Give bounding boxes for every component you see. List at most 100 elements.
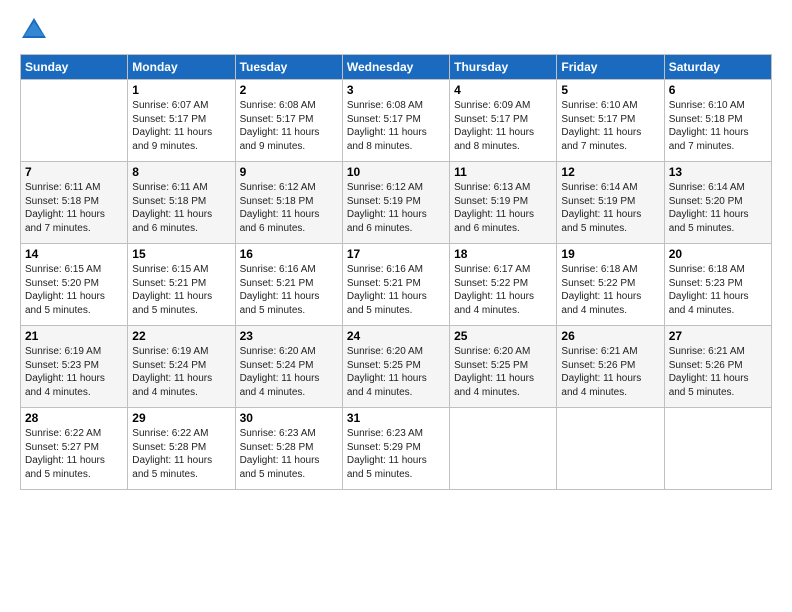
day-info: Sunrise: 6:11 AMSunset: 5:18 PMDaylight:… <box>25 181 123 235</box>
calendar-day-cell: 2 Sunrise: 6:08 AMSunset: 5:17 PMDaylight… <box>235 80 342 162</box>
day-info: Sunrise: 6:22 AMSunset: 5:27 PMDaylight:… <box>25 427 123 481</box>
weekday-header: Saturday <box>664 55 771 80</box>
day-number: 3 <box>347 83 445 97</box>
page: SundayMondayTuesdayWednesdayThursdayFrid… <box>0 0 792 612</box>
day-number: 8 <box>132 165 230 179</box>
day-number: 27 <box>669 329 767 343</box>
day-info: Sunrise: 6:20 AMSunset: 5:25 PMDaylight:… <box>454 345 552 399</box>
calendar-day-cell: 9 Sunrise: 6:12 AMSunset: 5:18 PMDaylight… <box>235 162 342 244</box>
calendar-week-row: 1 Sunrise: 6:07 AMSunset: 5:17 PMDaylight… <box>21 80 772 162</box>
calendar-day-cell: 6 Sunrise: 6:10 AMSunset: 5:18 PMDaylight… <box>664 80 771 162</box>
day-number: 19 <box>561 247 659 261</box>
weekday-header: Thursday <box>450 55 557 80</box>
calendar-week-row: 28 Sunrise: 6:22 AMSunset: 5:27 PMDayligh… <box>21 408 772 490</box>
weekday-header: Friday <box>557 55 664 80</box>
day-info: Sunrise: 6:14 AMSunset: 5:19 PMDaylight:… <box>561 181 659 235</box>
calendar-day-cell: 10Sunrise: 6:12 AMSunset: 5:19 PMDayligh… <box>342 162 449 244</box>
calendar-week-row: 14 Sunrise: 6:15 AMSunset: 5:20 PMDayligh… <box>21 244 772 326</box>
day-number: 25 <box>454 329 552 343</box>
day-info: Sunrise: 6:11 AMSunset: 5:18 PMDaylight:… <box>132 181 230 235</box>
calendar-day-cell: 28 Sunrise: 6:22 AMSunset: 5:27 PMDayligh… <box>21 408 128 490</box>
day-info: Sunrise: 6:20 AMSunset: 5:24 PMDaylight:… <box>240 345 338 399</box>
day-info: Sunrise: 6:19 AMSunset: 5:24 PMDaylight:… <box>132 345 230 399</box>
day-number: 11 <box>454 165 552 179</box>
logo-icon <box>20 16 48 44</box>
calendar-day-cell: 29Sunrise: 6:22 AMSunset: 5:28 PMDayligh… <box>128 408 235 490</box>
calendar-day-cell: 12 Sunrise: 6:14 AMSunset: 5:19 PMDayligh… <box>557 162 664 244</box>
day-number: 29 <box>132 411 230 425</box>
day-number: 26 <box>561 329 659 343</box>
day-info: Sunrise: 6:10 AMSunset: 5:18 PMDaylight:… <box>669 99 767 153</box>
day-number: 14 <box>25 247 123 261</box>
day-info: Sunrise: 6:07 AMSunset: 5:17 PMDaylight:… <box>132 99 230 153</box>
day-info: Sunrise: 6:14 AMSunset: 5:20 PMDaylight:… <box>669 181 767 235</box>
calendar-day-cell <box>21 80 128 162</box>
day-number: 9 <box>240 165 338 179</box>
day-number: 5 <box>561 83 659 97</box>
calendar-day-cell: 22 Sunrise: 6:19 AMSunset: 5:24 PMDayligh… <box>128 326 235 408</box>
calendar-day-cell: 27 Sunrise: 6:21 AMSunset: 5:26 PMDayligh… <box>664 326 771 408</box>
day-info: Sunrise: 6:23 AMSunset: 5:28 PMDaylight:… <box>240 427 338 481</box>
day-info: Sunrise: 6:12 AMSunset: 5:18 PMDaylight:… <box>240 181 338 235</box>
day-info: Sunrise: 6:08 AMSunset: 5:17 PMDaylight:… <box>347 99 445 153</box>
day-number: 22 <box>132 329 230 343</box>
calendar-header-row: SundayMondayTuesdayWednesdayThursdayFrid… <box>21 55 772 80</box>
calendar-week-row: 21Sunrise: 6:19 AMSunset: 5:23 PMDayligh… <box>21 326 772 408</box>
calendar-day-cell: 19 Sunrise: 6:18 AMSunset: 5:22 PMDayligh… <box>557 244 664 326</box>
day-number: 18 <box>454 247 552 261</box>
day-number: 20 <box>669 247 767 261</box>
day-number: 6 <box>669 83 767 97</box>
calendar-day-cell: 3 Sunrise: 6:08 AMSunset: 5:17 PMDaylight… <box>342 80 449 162</box>
day-number: 16 <box>240 247 338 261</box>
day-info: Sunrise: 6:15 AMSunset: 5:20 PMDaylight:… <box>25 263 123 317</box>
day-number: 23 <box>240 329 338 343</box>
calendar-day-cell: 8 Sunrise: 6:11 AMSunset: 5:18 PMDaylight… <box>128 162 235 244</box>
day-number: 31 <box>347 411 445 425</box>
logo <box>20 16 52 44</box>
weekday-header: Tuesday <box>235 55 342 80</box>
day-info: Sunrise: 6:15 AMSunset: 5:21 PMDaylight:… <box>132 263 230 317</box>
day-number: 21 <box>25 329 123 343</box>
day-number: 24 <box>347 329 445 343</box>
weekday-header: Monday <box>128 55 235 80</box>
calendar-day-cell: 24 Sunrise: 6:20 AMSunset: 5:25 PMDayligh… <box>342 326 449 408</box>
day-number: 1 <box>132 83 230 97</box>
calendar-day-cell: 25 Sunrise: 6:20 AMSunset: 5:25 PMDayligh… <box>450 326 557 408</box>
day-info: Sunrise: 6:16 AMSunset: 5:21 PMDaylight:… <box>347 263 445 317</box>
calendar-day-cell: 17 Sunrise: 6:16 AMSunset: 5:21 PMDayligh… <box>342 244 449 326</box>
day-number: 17 <box>347 247 445 261</box>
day-number: 30 <box>240 411 338 425</box>
day-info: Sunrise: 6:21 AMSunset: 5:26 PMDaylight:… <box>669 345 767 399</box>
day-number: 2 <box>240 83 338 97</box>
calendar-day-cell: 15 Sunrise: 6:15 AMSunset: 5:21 PMDayligh… <box>128 244 235 326</box>
calendar-day-cell: 23 Sunrise: 6:20 AMSunset: 5:24 PMDayligh… <box>235 326 342 408</box>
day-number: 15 <box>132 247 230 261</box>
day-info: Sunrise: 6:18 AMSunset: 5:23 PMDaylight:… <box>669 263 767 317</box>
calendar-day-cell: 14 Sunrise: 6:15 AMSunset: 5:20 PMDayligh… <box>21 244 128 326</box>
calendar-day-cell: 11 Sunrise: 6:13 AMSunset: 5:19 PMDayligh… <box>450 162 557 244</box>
calendar-day-cell: 31Sunrise: 6:23 AMSunset: 5:29 PMDayligh… <box>342 408 449 490</box>
calendar-day-cell: 18Sunrise: 6:17 AMSunset: 5:22 PMDayligh… <box>450 244 557 326</box>
calendar-day-cell: 4Sunrise: 6:09 AMSunset: 5:17 PMDaylight… <box>450 80 557 162</box>
day-info: Sunrise: 6:21 AMSunset: 5:26 PMDaylight:… <box>561 345 659 399</box>
day-info: Sunrise: 6:08 AMSunset: 5:17 PMDaylight:… <box>240 99 338 153</box>
day-info: Sunrise: 6:16 AMSunset: 5:21 PMDaylight:… <box>240 263 338 317</box>
day-info: Sunrise: 6:20 AMSunset: 5:25 PMDaylight:… <box>347 345 445 399</box>
day-info: Sunrise: 6:09 AMSunset: 5:17 PMDaylight:… <box>454 99 552 153</box>
calendar-day-cell: 13Sunrise: 6:14 AMSunset: 5:20 PMDayligh… <box>664 162 771 244</box>
header <box>20 16 772 44</box>
day-number: 28 <box>25 411 123 425</box>
day-number: 12 <box>561 165 659 179</box>
day-info: Sunrise: 6:18 AMSunset: 5:22 PMDaylight:… <box>561 263 659 317</box>
calendar-day-cell: 30 Sunrise: 6:23 AMSunset: 5:28 PMDayligh… <box>235 408 342 490</box>
day-info: Sunrise: 6:10 AMSunset: 5:17 PMDaylight:… <box>561 99 659 153</box>
calendar-day-cell: 20 Sunrise: 6:18 AMSunset: 5:23 PMDayligh… <box>664 244 771 326</box>
weekday-header: Sunday <box>21 55 128 80</box>
day-info: Sunrise: 6:12 AMSunset: 5:19 PMDaylight:… <box>347 181 445 235</box>
calendar-day-cell <box>450 408 557 490</box>
day-info: Sunrise: 6:13 AMSunset: 5:19 PMDaylight:… <box>454 181 552 235</box>
calendar-table: SundayMondayTuesdayWednesdayThursdayFrid… <box>20 54 772 490</box>
calendar-day-cell: 7Sunrise: 6:11 AMSunset: 5:18 PMDaylight… <box>21 162 128 244</box>
calendar-day-cell: 16 Sunrise: 6:16 AMSunset: 5:21 PMDayligh… <box>235 244 342 326</box>
calendar-day-cell <box>664 408 771 490</box>
